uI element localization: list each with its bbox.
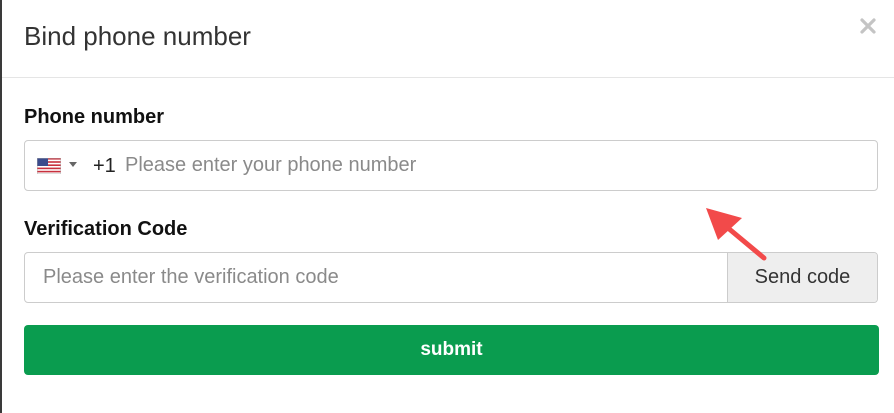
- page: Bind phone number Phone number +1 Please…: [0, 0, 894, 413]
- verification-input-group: Send code: [24, 252, 878, 303]
- modal-title: Bind phone number: [24, 21, 251, 51]
- us-flag-icon: [37, 158, 61, 174]
- verification-code-label: Verification Code: [24, 218, 188, 240]
- phone-number-input[interactable]: [125, 141, 865, 190]
- close-button[interactable]: [856, 14, 880, 38]
- bind-phone-modal: Bind phone number Phone number +1 Please…: [2, 0, 894, 413]
- modal-header: Bind phone number: [2, 0, 894, 78]
- send-code-button[interactable]: Send code: [727, 253, 877, 302]
- dial-code: +1: [93, 155, 116, 177]
- chevron-down-icon: [69, 162, 77, 167]
- phone-number-label: Phone number: [24, 106, 165, 128]
- submit-button[interactable]: submit: [24, 325, 879, 375]
- phone-input-group: +1: [24, 140, 878, 191]
- close-icon: [860, 18, 876, 34]
- country-code-select[interactable]: [37, 141, 83, 190]
- verification-code-input[interactable]: [25, 253, 727, 302]
